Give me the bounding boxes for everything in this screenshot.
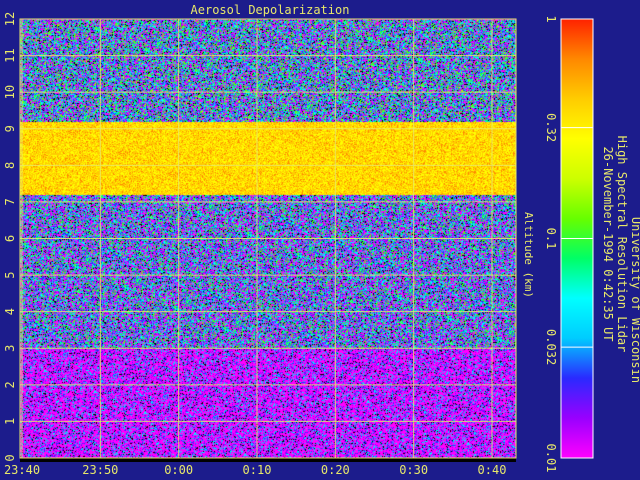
caption-line-3: 26-November-1994 0:42:35 UT bbox=[601, 146, 615, 341]
y-tick-label: 2 bbox=[3, 381, 17, 388]
y-axis-ticks: 0123456789101112 bbox=[3, 12, 17, 462]
y-tick-label: 10 bbox=[3, 85, 17, 99]
y-tick-label: 12 bbox=[3, 12, 17, 26]
colorbar-tick-label: 0.01 bbox=[544, 444, 558, 473]
instrument-caption: University of Wisconsin High Spectral Re… bbox=[601, 136, 640, 383]
x-tick-label: 0:00 bbox=[164, 463, 193, 477]
y-axis-label: Altitude (km) bbox=[522, 212, 535, 298]
caption-line-1: University of Wisconsin bbox=[629, 217, 640, 383]
plot-floor bbox=[20, 458, 516, 462]
y-tick-label: 11 bbox=[3, 48, 17, 62]
colorbar-tick-label: 1 bbox=[544, 15, 558, 22]
x-axis-ticks: 23:40 23:50 0:00 0:10 0:20 0:30 0:40 bbox=[4, 463, 507, 477]
y-tick-label: 4 bbox=[3, 308, 17, 315]
y-tick-label: 1 bbox=[3, 418, 17, 425]
chart-title: Aerosol Depolarization bbox=[191, 3, 350, 17]
x-tick-label: 0:30 bbox=[399, 463, 428, 477]
x-tick-label: 0:10 bbox=[243, 463, 272, 477]
colorbar-tick-label: 0.1 bbox=[544, 228, 558, 250]
lidar-chart: Aerosol Depolarization 0123456789101112 … bbox=[3, 3, 640, 477]
y-tick-label: 7 bbox=[3, 198, 17, 205]
y-tick-label: 5 bbox=[3, 271, 17, 278]
depolarization-heatmap bbox=[20, 19, 516, 462]
y-tick-label: 9 bbox=[3, 125, 17, 132]
x-tick-label: 23:40 bbox=[4, 463, 40, 477]
colorbar-tick-label: 0.032 bbox=[544, 329, 558, 365]
y-tick-label: 3 bbox=[3, 345, 17, 352]
x-tick-label: 23:50 bbox=[82, 463, 118, 477]
x-tick-label: 0:40 bbox=[478, 463, 507, 477]
x-tick-label: 0:20 bbox=[321, 463, 350, 477]
y-tick-label: 0 bbox=[3, 454, 17, 461]
y-tick-label: 6 bbox=[3, 235, 17, 242]
caption-line-2: High Spectral Resolution Lidar bbox=[615, 136, 629, 353]
colorbar-tick-label: 0.32 bbox=[544, 113, 558, 142]
y-tick-label: 8 bbox=[3, 162, 17, 169]
